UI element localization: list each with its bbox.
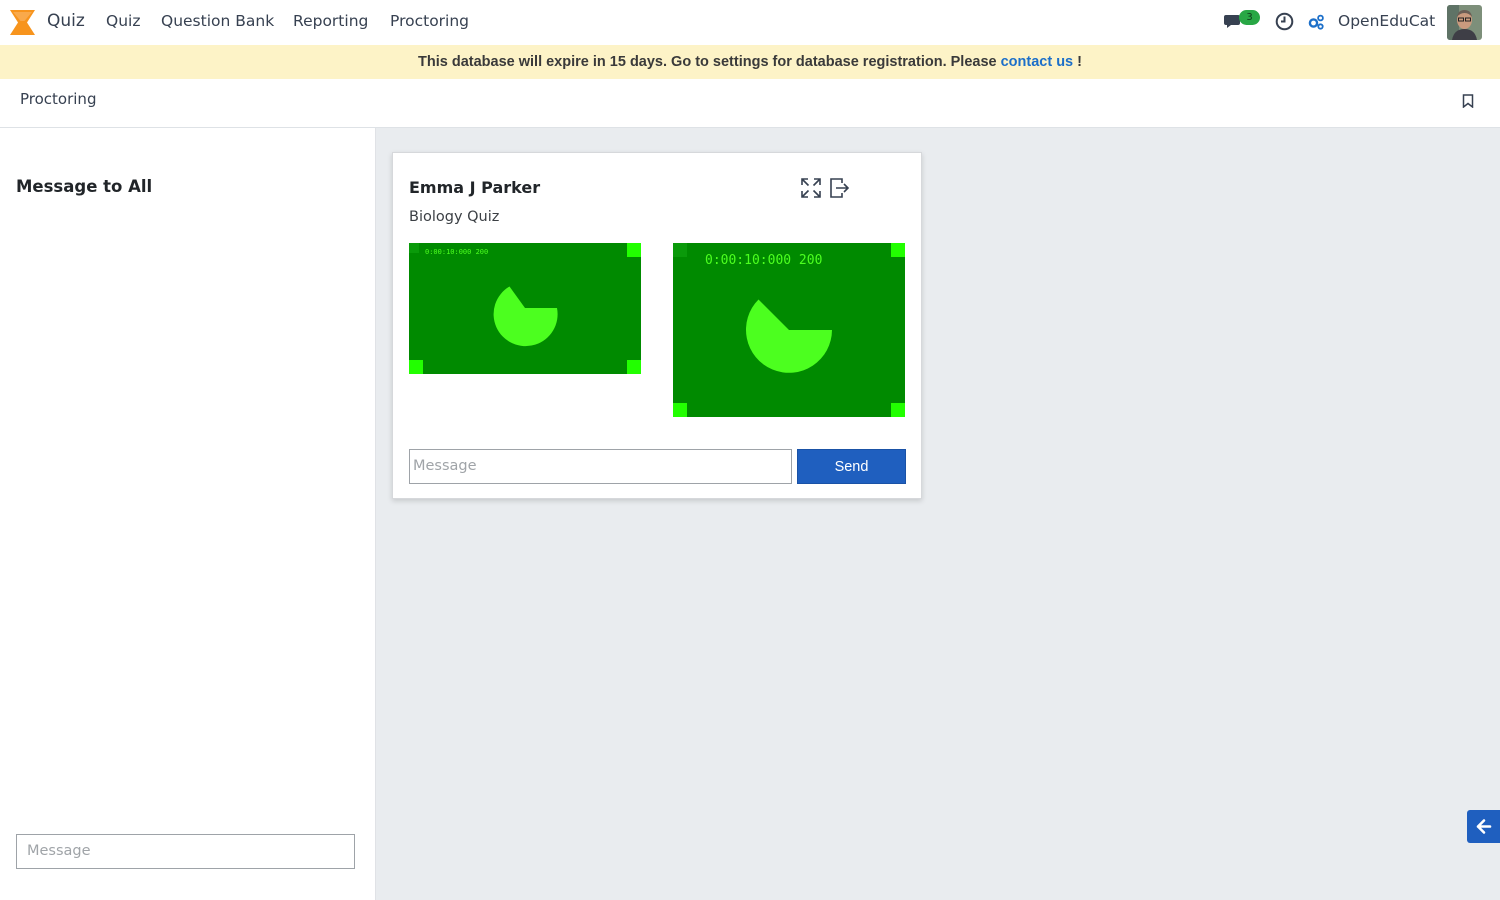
exit-icon[interactable] <box>830 177 850 199</box>
app-logo-icon[interactable] <box>9 9 36 36</box>
side-toggle-button[interactable] <box>1467 810 1500 843</box>
menu-quiz[interactable]: Quiz <box>106 12 140 30</box>
menu-reporting[interactable]: Reporting <box>293 12 368 30</box>
menu-proctoring[interactable]: Proctoring <box>390 12 469 30</box>
screen-feed[interactable]: 0:00:10:000 200 <box>673 243 905 417</box>
message-all-panel: Message to All Message <box>0 128 376 900</box>
expiry-banner: This database will expire in 15 days. Go… <box>0 45 1500 79</box>
expand-icon[interactable] <box>800 177 822 199</box>
screen-timestamp: 0:00:10:000 200 <box>705 253 822 268</box>
bookmark-icon[interactable] <box>1462 94 1474 108</box>
menu-question-bank[interactable]: Question Bank <box>161 12 274 30</box>
message-all-title: Message to All <box>16 177 153 196</box>
student-card: Emma J Parker Biology Quiz 0:00:10:000 2… <box>392 152 922 499</box>
camera-feed[interactable]: 0:00:10:000 200 <box>409 243 641 374</box>
contact-us-link[interactable]: contact us <box>1001 54 1074 70</box>
screen-feed-frame: 0:00:10:000 200 <box>673 243 905 417</box>
user-avatar[interactable] <box>1447 5 1482 40</box>
banner-suffix: ! <box>1073 54 1082 70</box>
quiz-name: Biology Quiz <box>409 209 500 225</box>
app-name[interactable]: Quiz <box>47 11 85 31</box>
messages-count-badge: 3 <box>1239 10 1260 25</box>
camera-feed-frame: 0:00:10:000 200 <box>409 243 641 374</box>
camera-timestamp: 0:00:10:000 200 <box>425 248 488 256</box>
control-panel: Proctoring <box>0 79 1500 128</box>
breadcrumb: Proctoring <box>20 90 97 108</box>
send-button[interactable]: Send <box>797 449 906 484</box>
message-all-input[interactable]: Message <box>16 834 355 869</box>
arrow-left-icon <box>1476 819 1492 834</box>
top-navbar: Quiz Quiz Question Bank Reporting Procto… <box>0 0 1500 45</box>
banner-text: This database will expire in 15 days. Go… <box>418 54 1001 70</box>
settings-icon[interactable] <box>1308 14 1325 30</box>
clock-icon[interactable] <box>1275 12 1294 31</box>
student-name: Emma J Parker <box>409 178 541 197</box>
user-menu-name[interactable]: OpenEduCat <box>1338 12 1435 30</box>
student-message-input[interactable]: Message <box>409 449 792 484</box>
